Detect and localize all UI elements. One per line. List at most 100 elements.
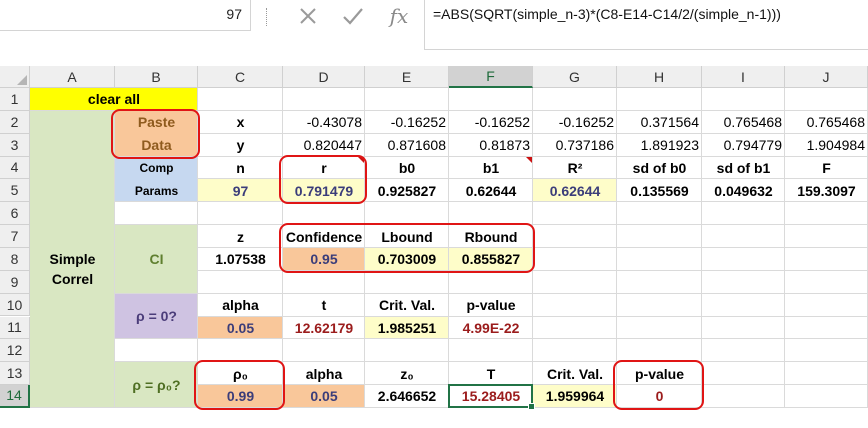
cell-j4[interactable]: F [785,157,868,180]
column-header-b[interactable]: B [115,66,198,88]
row-header-5[interactable]: 5 [0,179,30,203]
cell-f13[interactable]: T [449,362,533,385]
cell-d5[interactable]: 0.791479 [283,179,365,202]
cell-e14[interactable]: 2.646652 [365,385,449,408]
cell-g13[interactable]: Crit. Val. [533,362,617,385]
select-all-corner[interactable] [0,66,30,88]
cell-f11[interactable]: 4.99E-22 [449,317,533,340]
cell-h14[interactable]: 0 [617,385,702,408]
row-header-8[interactable]: 8 [0,247,30,271]
cell-c2[interactable]: x [198,111,283,134]
row-header-6[interactable]: 6 [0,202,30,226]
cell-d7[interactable]: Confidence [283,225,365,248]
comment-indicator [358,156,364,163]
ci-label[interactable]: CI [115,225,198,294]
column-header-g[interactable]: G [533,66,617,88]
formula-input[interactable]: =ABS(SQRT(simple_n-3)*(C8-E14-C14/2/(sim… [424,0,868,50]
cell-c10[interactable]: alpha [198,294,283,317]
row-header-2[interactable]: 2 [0,110,30,134]
cell-e4[interactable]: b0 [365,157,449,180]
cell-d3[interactable]: 0.820447 [283,134,365,157]
column-header-c[interactable]: C [198,66,283,88]
row-header-12[interactable]: 12 [0,339,30,363]
cell-g2[interactable]: -0.16252 [533,111,617,134]
row-header-1[interactable]: 1 [0,88,30,111]
cell-g14[interactable]: 1.959964 [533,385,617,408]
cell-c13[interactable]: ρ₀ [198,362,283,385]
cell-d2[interactable]: -0.43078 [283,111,365,134]
cell-e10[interactable]: Crit. Val. [365,294,449,317]
data-label[interactable]: Data [115,134,198,157]
row-header-13[interactable]: 13 [0,362,30,386]
cell-d10[interactable]: t [283,294,365,317]
row-header-3[interactable]: 3 [0,133,30,157]
cell-e5[interactable]: 0.925827 [365,179,449,202]
cell-h3[interactable]: 1.891923 [617,134,702,157]
rho-rho0-label[interactable]: ρ = ρ₀? [115,362,198,408]
cell-c11[interactable]: 0.05 [198,317,283,340]
cell-f7[interactable]: Rbound [449,225,533,248]
cell-j2[interactable]: 0.765468 [785,111,868,134]
cell-d13[interactable]: alpha [283,362,365,385]
cell-c8[interactable]: 1.07538 [198,248,283,271]
cell-f5[interactable]: 0.62644 [449,179,533,202]
insert-function-button[interactable]: fx [384,3,414,29]
cell-c5[interactable]: 97 [198,179,283,202]
column-header-a[interactable]: A [30,66,115,88]
cell-i4[interactable]: sd of b1 [702,157,785,180]
cell-c4[interactable]: n [198,157,283,180]
cell-f4[interactable]: b1 [449,157,533,180]
formula-toolbar: 97 fx =ABS(SQRT(simple_n-3)*(C8-E14-C14/… [0,0,868,60]
cell-j3[interactable]: 1.904984 [785,134,868,157]
row-header-9[interactable]: 9 [0,270,30,294]
row-header-10[interactable]: 10 [0,293,30,317]
cell-e8[interactable]: 0.703009 [365,248,449,271]
row-header-14[interactable]: 14 [0,385,30,408]
cell-h2[interactable]: 0.371564 [617,111,702,134]
cell-d4[interactable]: r [283,157,365,180]
row-header-4[interactable]: 4 [0,156,30,180]
column-header-d[interactable]: D [283,66,365,88]
column-header-f[interactable]: F [449,66,533,88]
row-header-7[interactable]: 7 [0,225,30,248]
paste-label[interactable]: Paste [115,111,198,134]
cell-f10[interactable]: p-value [449,294,533,317]
cell-i3[interactable]: 0.794779 [702,134,785,157]
column-header-i[interactable]: I [702,66,785,88]
selected-cell-f14[interactable] [448,384,535,410]
cell-f2[interactable]: -0.16252 [449,111,533,134]
cell-g3[interactable]: 0.737186 [533,134,617,157]
column-header-e[interactable]: E [365,66,449,88]
cell-c3[interactable]: y [198,134,283,157]
cell-c7[interactable]: z [198,225,283,248]
cell-d14[interactable]: 0.05 [283,385,365,408]
cell-f8[interactable]: 0.855827 [449,248,533,271]
cell-i5[interactable]: 0.049632 [702,179,785,202]
cell-i2[interactable]: 0.765468 [702,111,785,134]
cell-f3[interactable]: 0.81873 [449,134,533,157]
name-box[interactable]: 97 [0,0,251,31]
cell-e7[interactable]: Lbound [365,225,449,248]
rho-zero-label[interactable]: ρ = 0? [115,294,198,340]
cell-h13[interactable]: p-value [617,362,702,385]
cell-d8[interactable]: 0.95 [283,248,365,271]
row-header-11[interactable]: 11 [0,316,30,340]
x-icon[interactable] [293,3,323,29]
cell-h4[interactable]: sd of b0 [617,157,702,180]
cell-h5[interactable]: 0.135569 [617,179,702,202]
column-header-j[interactable]: J [785,66,868,88]
cell-g4[interactable]: R² [533,157,617,180]
cell-e11[interactable]: 1.985251 [365,317,449,340]
cell-g5[interactable]: 0.62644 [533,179,617,202]
cell-e3[interactable]: 0.871608 [365,134,449,157]
comp-label[interactable]: Comp [115,157,198,180]
column-header-h[interactable]: H [617,66,702,88]
cell-d11[interactable]: 12.62179 [283,317,365,340]
check-icon[interactable] [338,3,368,29]
clear-all-button[interactable]: clear all [30,88,198,111]
cell-j5[interactable]: 159.3097 [785,179,868,202]
cell-e13[interactable]: z₀ [365,362,449,385]
params-label[interactable]: Params [115,179,198,202]
cell-e2[interactable]: -0.16252 [365,111,449,134]
cell-c14[interactable]: 0.99 [198,385,283,408]
